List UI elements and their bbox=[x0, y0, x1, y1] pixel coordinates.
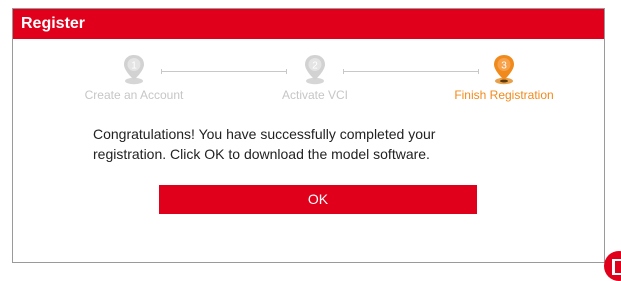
success-message-line-2: registration. Click OK to download the m… bbox=[93, 146, 430, 162]
step-label: Create an Account bbox=[84, 88, 184, 102]
step-pin-icon: 2 bbox=[305, 55, 325, 85]
step-label: Activate VCI bbox=[281, 88, 349, 102]
app-logo-icon[interactable] bbox=[604, 251, 621, 281]
step-pin-icon: 3 bbox=[494, 55, 514, 85]
success-message: Congratulations! You have successfully c… bbox=[93, 124, 533, 164]
step-connector-1-2 bbox=[161, 69, 287, 74]
dialog-titlebar: Register bbox=[13, 9, 604, 39]
step-number: 1 bbox=[131, 61, 137, 72]
step-number: 3 bbox=[501, 61, 507, 72]
ok-button[interactable]: OK bbox=[159, 185, 477, 214]
dialog-title: Register bbox=[21, 15, 86, 32]
step-label: Finish Registration bbox=[454, 88, 554, 102]
step-connector-2-3 bbox=[343, 69, 479, 74]
registration-steps: 1 Create an Account 2 Activate VCI 3 Fin… bbox=[13, 53, 604, 105]
register-dialog: Register 1 Create an Account 2 Activate … bbox=[12, 8, 605, 263]
success-message-line-1: Congratulations! You have successfully c… bbox=[93, 126, 436, 142]
step-number: 2 bbox=[312, 61, 318, 72]
step-pin-icon: 1 bbox=[124, 55, 144, 85]
